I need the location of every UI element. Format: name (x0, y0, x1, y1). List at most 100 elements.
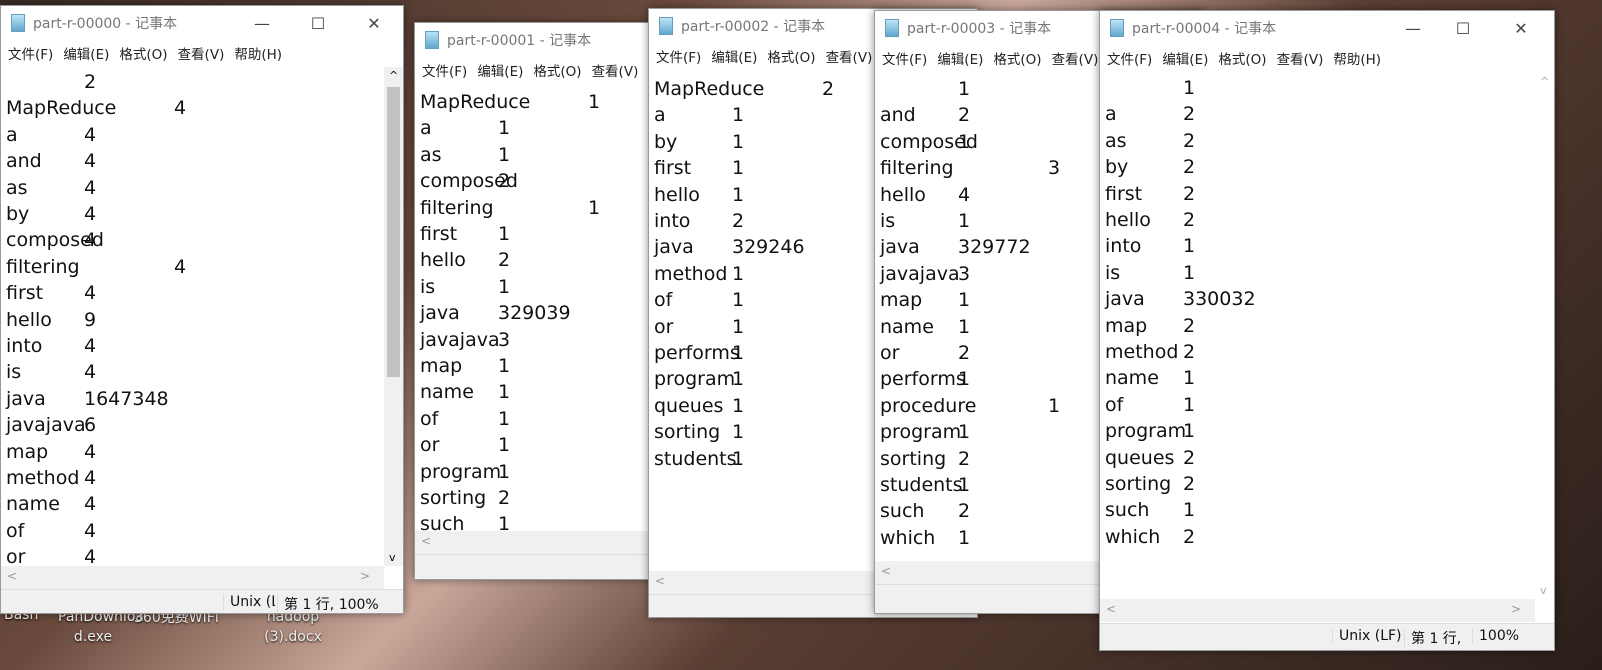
word: such (880, 500, 925, 523)
minimize-button[interactable]: — (239, 6, 285, 40)
menu-format[interactable]: 格式(O) (114, 43, 172, 63)
menu-file[interactable]: 文件(F) (877, 48, 932, 68)
word: map (420, 355, 463, 377)
word-count: 4 (84, 203, 97, 225)
menu-file[interactable]: 文件(F) (3, 43, 58, 63)
word: students (880, 474, 963, 496)
menu-view[interactable]: 查看(V) (1272, 48, 1329, 68)
word-count: 1 (1183, 420, 1196, 443)
menu-help[interactable]: 帮助(H) (229, 43, 287, 63)
scroll-up-icon[interactable]: ^ (389, 69, 398, 82)
word-count: 1 (958, 289, 971, 312)
menu-edit[interactable]: 编辑(E) (472, 60, 528, 80)
word: as (6, 176, 28, 199)
word-count: 1 (958, 421, 971, 444)
text-line: by 4 (6, 203, 384, 229)
word-count: 4 (84, 467, 97, 489)
word-count: 4 (174, 97, 187, 120)
menu-file[interactable]: 文件(F) (651, 46, 706, 66)
text-line: is 1 (1105, 262, 1505, 288)
status-zoom: 100% (1472, 628, 1532, 644)
text-line: and 4 (6, 150, 384, 176)
word-count: 1 (732, 104, 745, 127)
word: is (6, 361, 22, 384)
notepad-icon (11, 14, 25, 32)
maximize-button[interactable]: ☐ (1440, 11, 1486, 45)
word-count: 1 (1183, 235, 1196, 258)
status-eol: Unix (L (223, 594, 275, 610)
scroll-right-icon[interactable]: > (360, 569, 370, 583)
menu-view[interactable]: 查看(V) (173, 43, 230, 63)
text-line: as 2 (1105, 130, 1505, 156)
word: java (1105, 288, 1145, 311)
word: map (880, 289, 923, 312)
scroll-down-icon[interactable]: v (389, 551, 396, 564)
menu-format[interactable]: 格式(O) (1213, 48, 1271, 68)
menu-view[interactable]: 查看(V) (821, 46, 878, 66)
menu-edit[interactable]: 编辑(E) (58, 43, 114, 63)
word: hello (6, 308, 52, 331)
status-eol: Unix (LF) (1332, 628, 1402, 644)
horizontal-scrollbar[interactable]: < > (1, 566, 384, 589)
horizontal-scrollbar[interactable]: < > (1100, 599, 1535, 622)
word-count: 329772 (958, 236, 1031, 259)
scroll-left-icon[interactable]: < (421, 534, 431, 548)
menu-format[interactable]: 格式(O) (528, 60, 586, 80)
scroll-right-icon[interactable]: > (1511, 602, 1521, 616)
menu-view[interactable]: 查看(V) (1047, 48, 1104, 68)
menu-file[interactable]: 文件(F) (417, 60, 472, 80)
menu-file[interactable]: 文件(F) (1102, 48, 1157, 68)
word: is (1105, 261, 1121, 284)
word: queues (1105, 446, 1175, 469)
close-button[interactable]: ✕ (1498, 11, 1544, 45)
menu-edit[interactable]: 编辑(E) (706, 46, 762, 66)
word-count: 1 (732, 394, 745, 417)
vertical-scrollbar[interactable]: ^ v (1535, 73, 1554, 599)
word-count: 1 (732, 183, 745, 206)
scroll-left-icon[interactable]: < (7, 569, 17, 583)
word-count: 1 (732, 130, 745, 153)
scroll-up-icon[interactable]: ^ (1540, 75, 1549, 88)
word-count: 2 (498, 487, 511, 509)
word: a (654, 104, 666, 127)
text-line: by 2 (1105, 156, 1505, 182)
word: such (420, 513, 465, 531)
text-area[interactable]: 1 a 2 as 2 by 2 first 2 hello 2 into 1 is 1 java 330032 m… (1100, 73, 1535, 599)
notepad-icon (885, 19, 899, 37)
word-count: 2 (958, 342, 971, 364)
title-bar[interactable]: part-r-00000 - 记事本 — ☐ ✕ (1, 6, 403, 40)
text-line: which 2 (1105, 526, 1505, 552)
word: by (1105, 156, 1129, 179)
word: program (420, 460, 502, 483)
menu-view[interactable]: 查看(V) (587, 60, 644, 80)
scroll-left-icon[interactable]: < (881, 564, 891, 578)
menu-edit[interactable]: 编辑(E) (932, 48, 988, 68)
text-area[interactable]: 2 MapReduce 4 a 4 and 4 as 4 by 4 composed 4 filterin… (1, 67, 384, 566)
word-count: 1 (588, 196, 601, 219)
scroll-down-icon[interactable]: v (1540, 584, 1547, 597)
minimize-button[interactable]: — (1390, 11, 1436, 45)
scroll-left-icon[interactable]: < (655, 574, 665, 588)
menu-edit[interactable]: 编辑(E) (1157, 48, 1213, 68)
word-count: 330032 (1183, 288, 1256, 311)
scrollbar-thumb[interactable] (387, 87, 400, 377)
word-count: 2 (498, 170, 511, 193)
text-line: method 2 (1105, 341, 1505, 367)
menu-format[interactable]: 格式(O) (762, 46, 820, 66)
word: sorting (1105, 473, 1172, 495)
menu-help[interactable]: 帮助(H) (1328, 48, 1386, 68)
title-bar[interactable]: part-r-00004 - 记事本 — ☐ ✕ (1100, 11, 1554, 45)
word: into (6, 335, 43, 357)
word: java (880, 236, 920, 259)
maximize-button[interactable]: ☐ (295, 6, 341, 40)
menu-format[interactable]: 格式(O) (988, 48, 1046, 68)
scroll-left-icon[interactable]: < (1106, 602, 1116, 616)
word-count: 1 (1183, 367, 1196, 390)
vertical-scrollbar[interactable]: ^ v (384, 67, 403, 566)
word-count: 2 (1183, 525, 1196, 548)
word: name (420, 381, 474, 404)
text-line: into 4 (6, 335, 384, 361)
close-button[interactable]: ✕ (351, 6, 397, 40)
word: performs (654, 342, 740, 364)
window-title: part-r-00003 - 记事本 (907, 21, 1052, 37)
